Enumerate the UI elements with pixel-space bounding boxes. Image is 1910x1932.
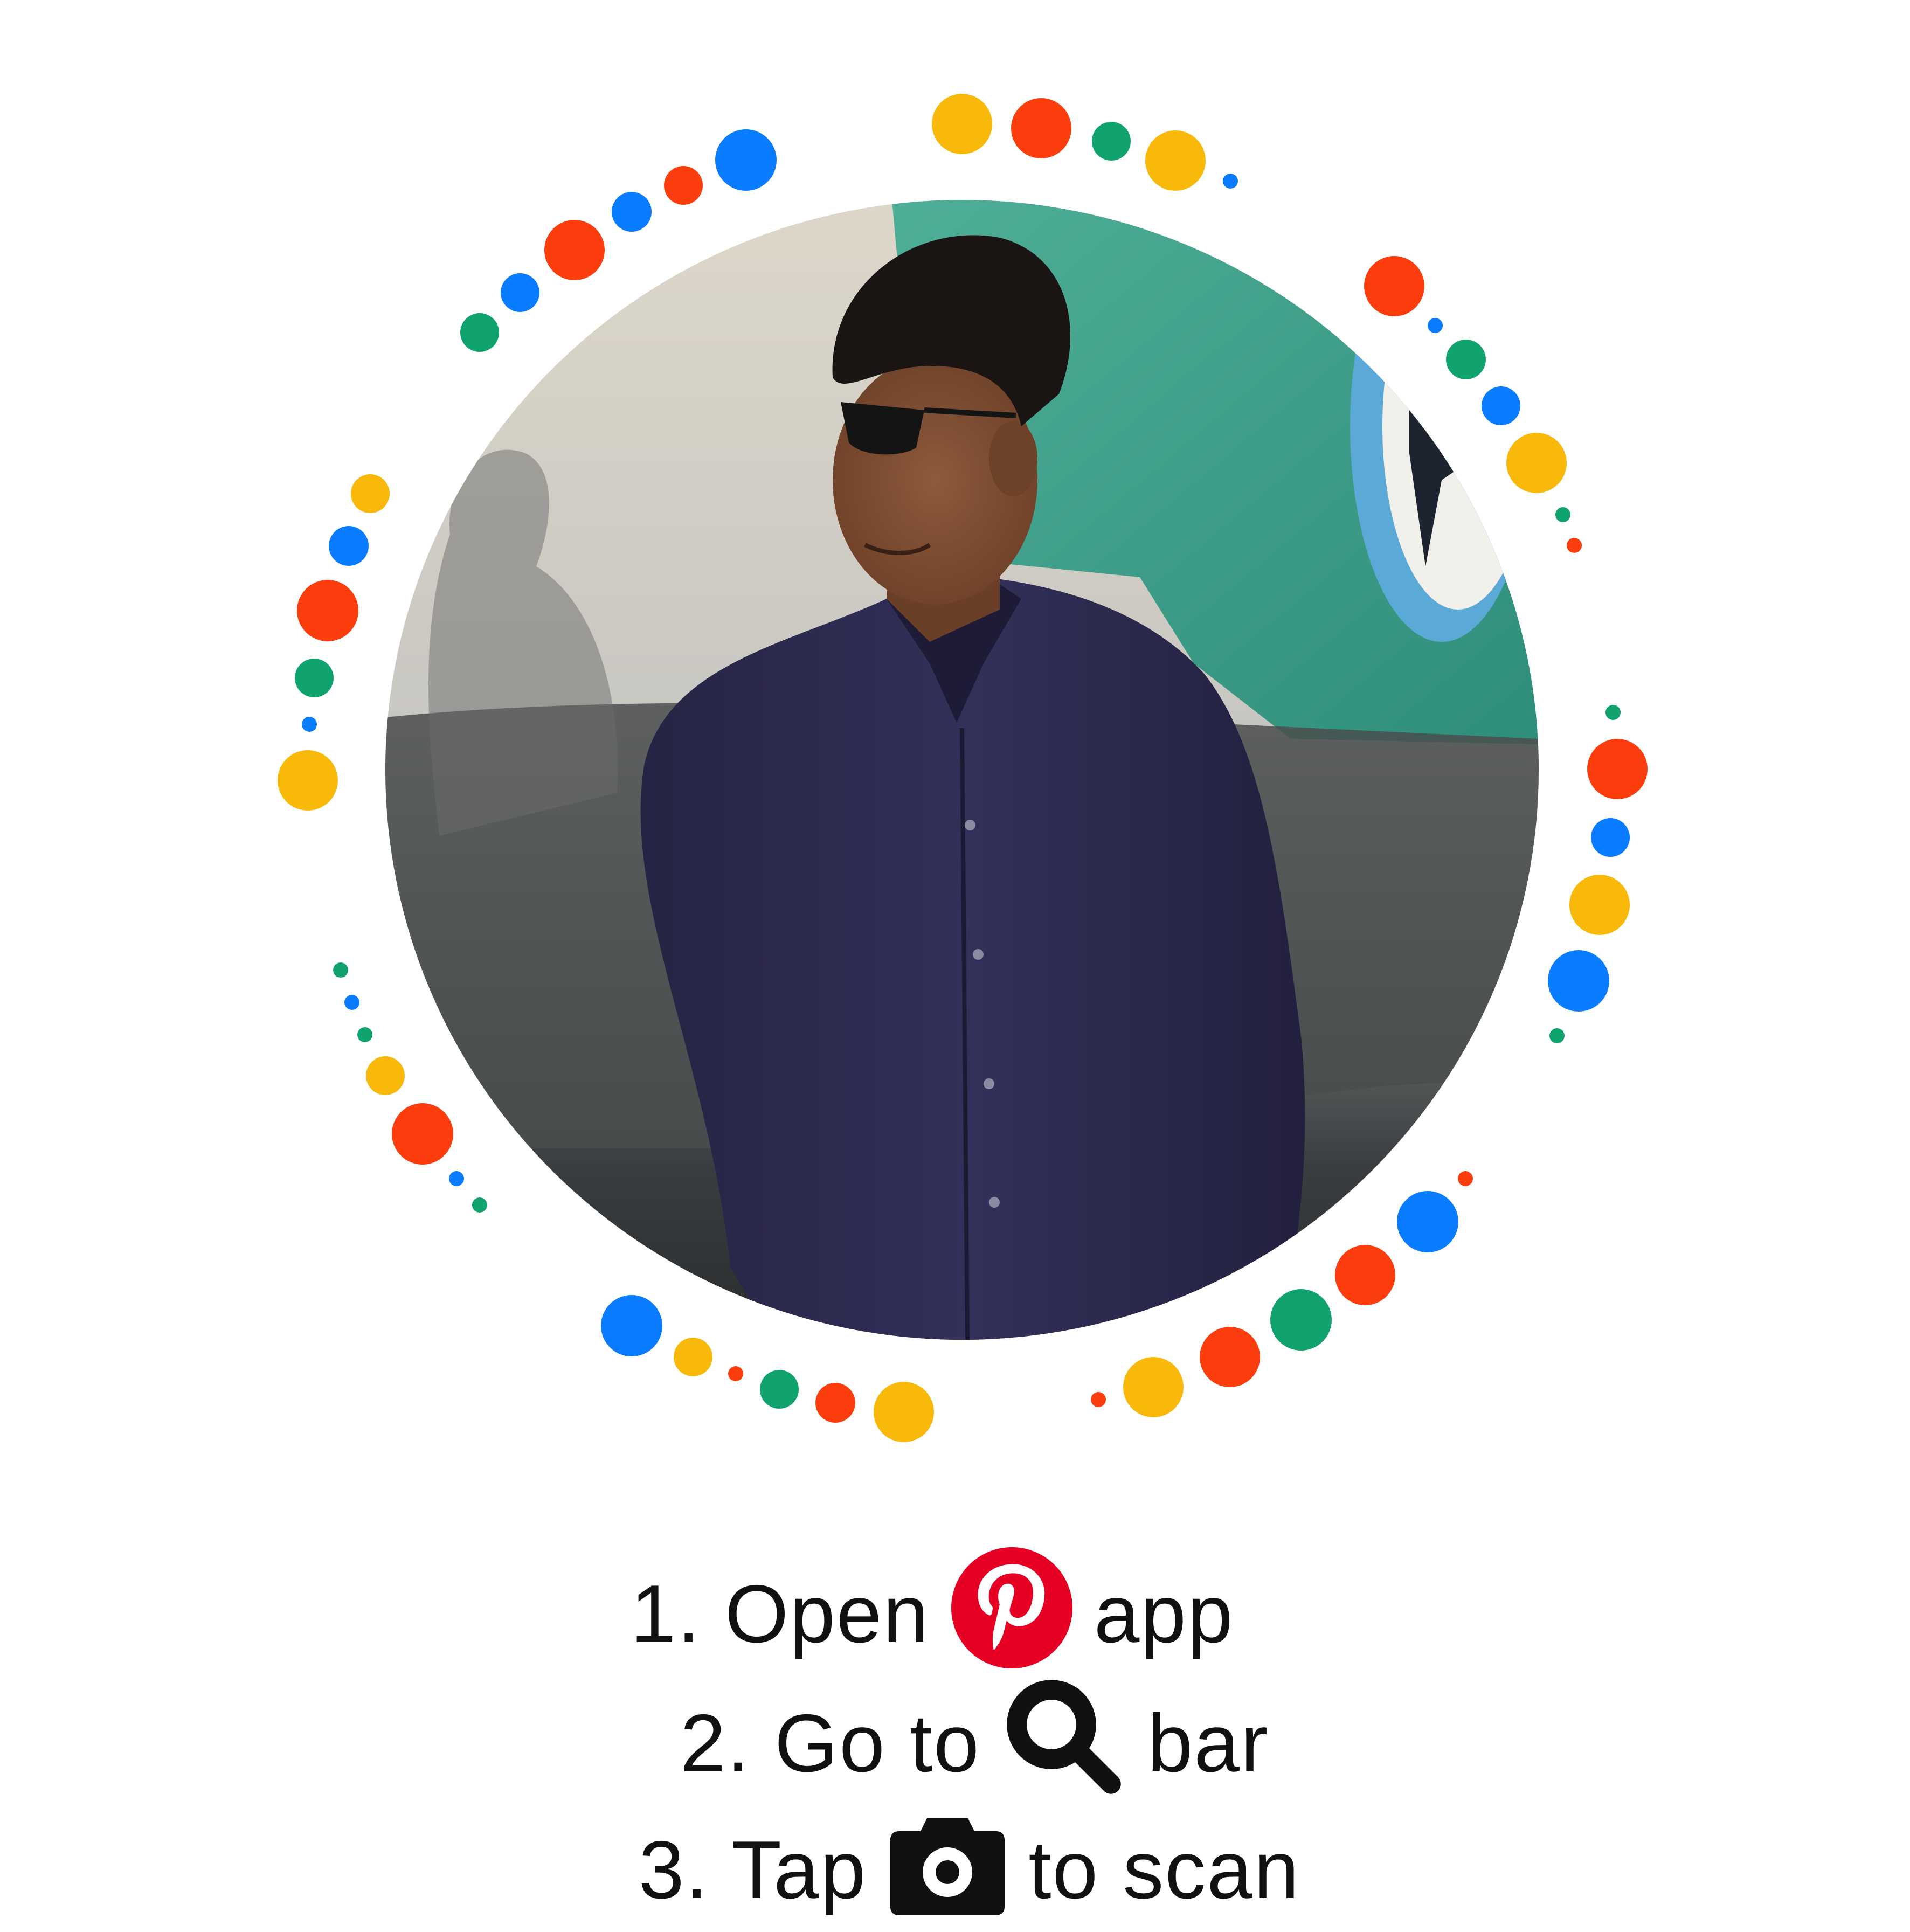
decorative-dot (329, 526, 369, 566)
decorative-dot (1605, 705, 1621, 720)
pinterest-logo-icon (951, 1547, 1072, 1681)
decorative-dot (544, 220, 605, 280)
decorative-dot (664, 166, 703, 205)
decorative-dot (815, 1383, 855, 1423)
decorative-dot (601, 1295, 662, 1356)
decorative-dot (295, 659, 334, 697)
decorative-dot (333, 962, 348, 978)
decorative-dot (1123, 1357, 1184, 1417)
step-3-suffix: to scan (1028, 1824, 1300, 1916)
decorative-dot (1446, 340, 1486, 379)
step-3-prefix: 3. Tap (639, 1824, 867, 1916)
step-2-prefix: 2. Go to (680, 1698, 980, 1789)
decorative-dot (760, 1370, 799, 1409)
decorative-dot (392, 1103, 453, 1165)
decorative-dot (1506, 433, 1567, 493)
decorative-dot (449, 1171, 464, 1186)
decorative-dot (1223, 174, 1238, 189)
decorative-dot (728, 1366, 743, 1381)
decorative-dot (874, 1382, 934, 1442)
step-1-suffix: app (1094, 1568, 1234, 1660)
decorative-dot (460, 313, 499, 352)
instruction-step-3: 3. Tap to scan (639, 1808, 1300, 1932)
decorative-dot (344, 995, 359, 1010)
instruction-step-1: 1. Open app (631, 1547, 1234, 1676)
decorative-dot (366, 1056, 405, 1095)
decorative-dot (1549, 1028, 1565, 1043)
decorative-dot (297, 580, 358, 641)
decorative-dot (1458, 1171, 1473, 1186)
decorative-dot (1397, 1191, 1458, 1252)
decorative-dot (472, 1197, 487, 1213)
decorative-dot (357, 1027, 372, 1042)
decorative-dot (1555, 507, 1570, 522)
search-icon (1002, 1675, 1126, 1812)
decorative-dot (1270, 1289, 1332, 1351)
decorative-dot (1587, 739, 1648, 799)
decorative-dot (1428, 318, 1443, 333)
instruction-step-2: 2. Go to bar (680, 1680, 1269, 1805)
step-2-suffix: bar (1147, 1698, 1269, 1789)
decorative-dot (1200, 1327, 1260, 1387)
decorative-dot (715, 129, 777, 191)
decorative-dot (1145, 130, 1206, 191)
decorative-dot (302, 717, 317, 732)
decorative-dot (1569, 875, 1630, 935)
decorative-dot (278, 750, 338, 811)
decorative-dot (1591, 818, 1630, 857)
camera-icon (888, 1810, 1007, 1930)
decorative-dot (1364, 256, 1424, 316)
decorative-dot (1548, 950, 1609, 1012)
decorative-dot (1011, 98, 1071, 158)
decorative-dot (351, 474, 390, 513)
decorative-dot (612, 192, 652, 232)
decorative-dot (1482, 386, 1520, 425)
decorative-dot (674, 1338, 712, 1376)
pincode-card: 1. Open app 2. Go to bar 3. Tap to scan (0, 0, 1910, 1915)
decorative-dot (1091, 1392, 1106, 1407)
decorative-dot (1092, 122, 1131, 161)
decorative-dot (1567, 538, 1582, 553)
profile-photo (385, 200, 1539, 1340)
step-1-prefix: 1. Open (631, 1568, 930, 1660)
decorative-dot (501, 273, 539, 312)
decorative-dot (1335, 1245, 1395, 1305)
decorative-dot (932, 94, 992, 154)
